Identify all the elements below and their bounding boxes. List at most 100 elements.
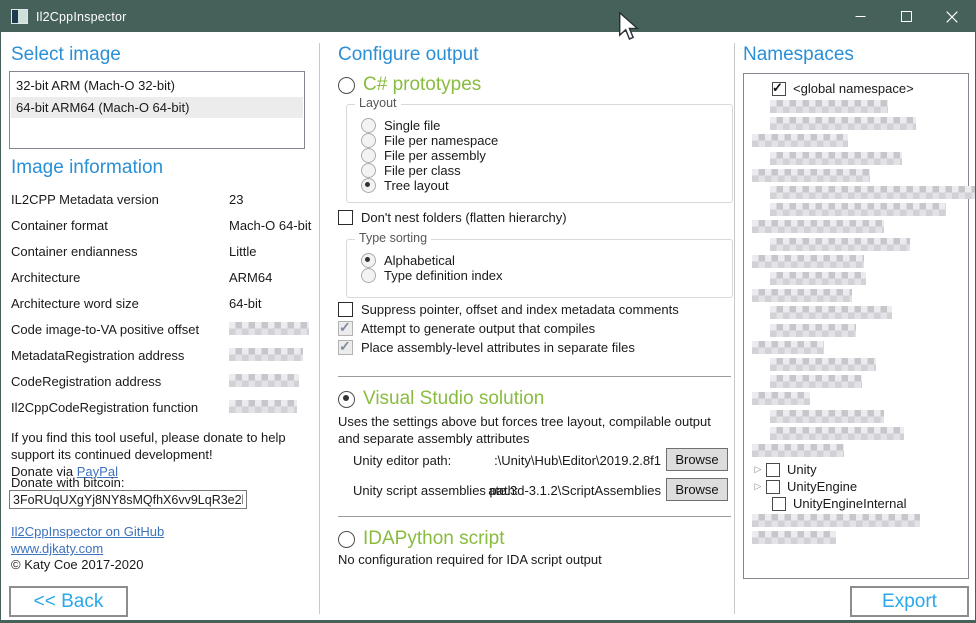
- csharp-prototypes-radio[interactable]: C# prototypes: [338, 74, 481, 96]
- redacted-value: [229, 322, 309, 335]
- type-sorting-alphabetical[interactable]: Alphabetical: [361, 253, 455, 268]
- dont-nest-checkbox[interactable]: Don't nest folders (flatten hierarchy): [338, 210, 567, 225]
- layout-option-file-per-assembly[interactable]: File per assembly: [361, 148, 486, 163]
- column-separator-left: [319, 43, 320, 614]
- info-row: Container endianness Little: [11, 238, 303, 264]
- section-separator: [338, 516, 731, 517]
- redacted-row: [752, 531, 836, 544]
- separate-attributes-checkbox[interactable]: Place assembly-level attributes in separ…: [338, 340, 635, 355]
- window-border: [1, 620, 975, 622]
- radio-icon: [361, 163, 376, 178]
- redacted-row: [752, 169, 870, 182]
- window-title: Il2CppInspector: [36, 10, 127, 24]
- redacted-row: [770, 238, 910, 251]
- checkbox-icon: [338, 340, 353, 355]
- redacted-row: [752, 392, 810, 405]
- namespace-item-global[interactable]: <global namespace>: [745, 80, 914, 97]
- redacted-value: [229, 400, 297, 413]
- app-window: Il2CppInspector Select image 32-bit ARM …: [0, 0, 976, 623]
- image-list-item-selected[interactable]: 64-bit ARM64 (Mach-O 64-bit): [11, 97, 303, 118]
- vs-description: Uses the settings above but forces tree …: [338, 413, 731, 447]
- redacted-row: [770, 272, 866, 285]
- copyright-text: © Katy Coe 2017-2020: [11, 557, 143, 572]
- namespace-item-unityengineinternal[interactable]: UnityEngineInternal: [745, 495, 906, 512]
- attempt-compile-checkbox[interactable]: Attempt to generate output that compiles: [338, 321, 595, 336]
- bitcoin-label: Donate with bitcoin:: [11, 474, 124, 491]
- browse-assemblies-button[interactable]: Browse: [666, 478, 728, 501]
- redacted-row: [752, 341, 824, 354]
- redacted-row: [770, 358, 876, 371]
- image-list-item[interactable]: 32-bit ARM (Mach-O 32-bit): [11, 75, 303, 96]
- info-row: Architecture ARM64: [11, 264, 303, 290]
- column-separator-right: [734, 43, 735, 614]
- expander-icon[interactable]: ▷: [750, 464, 766, 475]
- redacted-row: [770, 427, 904, 440]
- unity-editor-path-label: Unity editor path:: [353, 453, 451, 468]
- expander-icon[interactable]: ▷: [750, 481, 766, 492]
- maximize-button[interactable]: [883, 1, 929, 32]
- visual-studio-radio[interactable]: Visual Studio solution: [338, 388, 544, 410]
- redacted-row: [770, 117, 916, 130]
- redacted-value: [229, 348, 303, 361]
- type-sorting-definition-index[interactable]: Type definition index: [361, 268, 503, 283]
- radio-icon: [361, 118, 376, 133]
- checkbox-icon: [766, 463, 780, 477]
- checkbox-icon: [338, 210, 353, 225]
- github-link[interactable]: Il2CppInspector on GitHub: [11, 524, 164, 539]
- section-separator: [338, 376, 731, 377]
- redacted-row: [770, 306, 892, 319]
- layout-group: Layout Single file File per namespace Fi…: [346, 104, 733, 203]
- title-bar: Il2CppInspector: [1, 1, 975, 32]
- checkbox-icon: [772, 497, 786, 511]
- website-link[interactable]: www.djkaty.com: [11, 541, 103, 556]
- close-icon: [946, 11, 958, 23]
- select-image-header: Select image: [11, 44, 121, 66]
- redacted-value: [229, 374, 299, 387]
- ida-note: No configuration required for IDA script…: [338, 552, 602, 567]
- redacted-row: [770, 203, 946, 216]
- radio-icon: [338, 77, 355, 94]
- maximize-icon: [901, 11, 912, 22]
- redacted-row: [770, 375, 862, 388]
- app-icon: [11, 9, 28, 24]
- idapython-radio[interactable]: IDAPython script: [338, 528, 505, 550]
- info-row: Architecture word size 64-bit: [11, 290, 303, 316]
- namespace-item-unityengine[interactable]: ▷ UnityEngine: [745, 478, 857, 495]
- mouse-cursor: [618, 12, 640, 42]
- namespace-list[interactable]: <global namespace> ▷ Unity ▷ UnityEngine…: [743, 73, 969, 579]
- image-listbox[interactable]: 32-bit ARM (Mach-O 32-bit) 64-bit ARM64 …: [9, 71, 305, 149]
- suppress-comments-checkbox[interactable]: Suppress pointer, offset and index metad…: [338, 302, 679, 317]
- redacted-row: [752, 514, 920, 527]
- redacted-row: [752, 134, 848, 147]
- redacted-row: [752, 220, 884, 233]
- image-info-header: Image information: [11, 157, 163, 179]
- radio-icon: [361, 253, 376, 268]
- redacted-row: [770, 324, 856, 337]
- export-button[interactable]: Export: [850, 586, 969, 617]
- checkbox-icon: [338, 321, 353, 336]
- layout-option-file-per-class[interactable]: File per class: [361, 163, 461, 178]
- namespaces-header: Namespaces: [743, 44, 854, 66]
- redacted-row: [752, 255, 864, 268]
- checkbox-icon: [766, 480, 780, 494]
- configure-output-header: Configure output: [338, 44, 479, 66]
- radio-icon: [361, 133, 376, 148]
- redacted-row: [770, 100, 888, 113]
- info-row: Container format Mach-O 64-bit: [11, 212, 303, 238]
- checkbox-icon: [772, 82, 786, 96]
- type-sorting-group-label: Type sorting: [355, 231, 431, 245]
- layout-option-single-file[interactable]: Single file: [361, 118, 440, 133]
- browse-editor-button[interactable]: Browse: [666, 448, 728, 471]
- namespace-item-unity[interactable]: ▷ Unity: [745, 461, 817, 478]
- close-button[interactable]: [929, 1, 975, 32]
- unity-assemblies-path-value: ate.3d-3.1.2\ScriptAssemblies: [463, 483, 661, 498]
- radio-icon: [361, 148, 376, 163]
- bitcoin-address-input[interactable]: [9, 490, 247, 509]
- back-button[interactable]: << Back: [9, 586, 128, 617]
- layout-option-file-per-namespace[interactable]: File per namespace: [361, 133, 498, 148]
- donate-text: If you find this tool useful, please don…: [11, 429, 307, 463]
- layout-option-tree-layout[interactable]: Tree layout: [361, 178, 449, 193]
- layout-group-label: Layout: [355, 96, 401, 110]
- info-row: IL2CPP Metadata version 23: [11, 186, 303, 212]
- minimize-button[interactable]: [837, 1, 883, 32]
